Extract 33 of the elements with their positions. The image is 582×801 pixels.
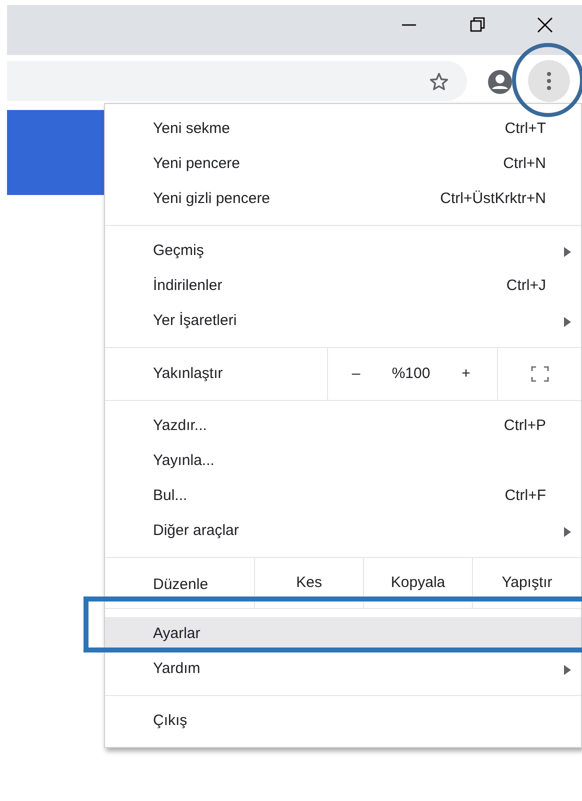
edit-label: Düzenle bbox=[152, 574, 210, 595]
menu-item[interactable]: Yeni pencere Ctrl+N bbox=[105, 147, 581, 182]
zoom-out-button[interactable]: – bbox=[328, 348, 384, 400]
star-icon[interactable] bbox=[428, 71, 450, 93]
close-icon[interactable] bbox=[536, 16, 554, 34]
menu-item[interactable]: Yayınla... bbox=[105, 444, 581, 479]
shortcut-text: Ctrl+T bbox=[504, 119, 546, 140]
zoom-in-button[interactable]: + bbox=[438, 348, 494, 400]
menu-item[interactable]: Diğer araçlar bbox=[105, 514, 581, 549]
menu-item[interactable]: Çıkış bbox=[105, 704, 581, 739]
shortcut-text: Ctrl+F bbox=[504, 486, 546, 506]
menu-item[interactable]: Geçmiş bbox=[105, 234, 581, 269]
restore-icon[interactable] bbox=[468, 16, 486, 34]
zoom-label: Yakınlaştır bbox=[152, 364, 224, 384]
menu-item[interactable]: Yazdır... Ctrl+P bbox=[105, 409, 581, 444]
shortcut-text: Ctrl+ÜstKrktr+N bbox=[440, 189, 546, 210]
menu-item[interactable]: Yer İşaretleri bbox=[105, 304, 581, 339]
edit-button[interactable]: Kopyala bbox=[363, 558, 472, 608]
edit-button[interactable]: Yapıştır bbox=[472, 558, 581, 608]
shortcut-text: Ctrl+J bbox=[506, 276, 546, 296]
shortcut-text: Ctrl+N bbox=[503, 154, 546, 174]
menu-button[interactable] bbox=[528, 60, 570, 102]
profile-icon[interactable] bbox=[487, 69, 513, 95]
menu-item[interactable]: Yeni gizli pencere Ctrl+ÜstKrktr+N bbox=[105, 182, 581, 217]
shortcut-text: Ctrl+P bbox=[504, 416, 546, 436]
menu-item[interactable]: Yardım bbox=[105, 652, 581, 687]
menu-item[interactable]: İndirilenler Ctrl+J bbox=[105, 269, 581, 304]
menu-item[interactable]: Yeni sekme Ctrl+T bbox=[105, 112, 581, 147]
edit-button[interactable]: Kes bbox=[254, 558, 364, 608]
more-icon bbox=[547, 72, 551, 90]
zoom-level: %100 bbox=[390, 364, 432, 384]
fullscreen-icon[interactable] bbox=[530, 366, 548, 382]
menu-item[interactable]: Bul... Ctrl+F bbox=[105, 479, 581, 514]
